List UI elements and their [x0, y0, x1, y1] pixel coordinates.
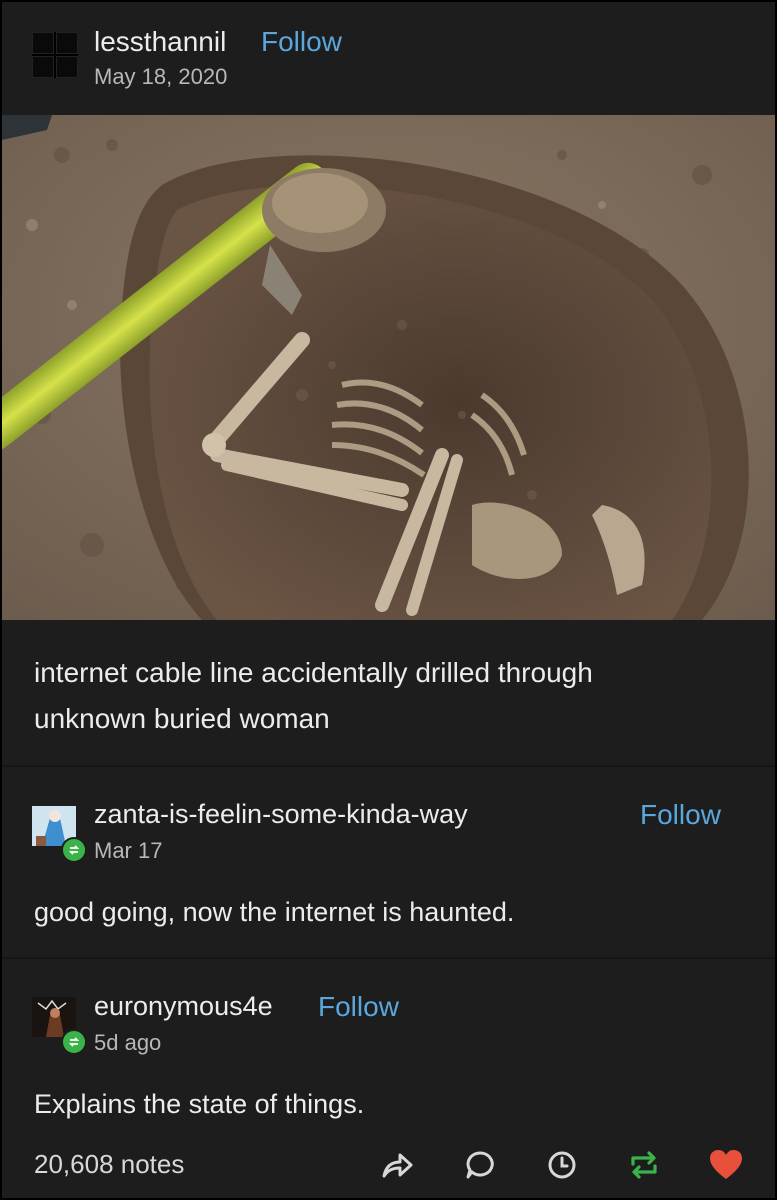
- caption-line: unknown buried woman: [34, 703, 330, 734]
- reblog-text: good going, now the internet is haunted.: [34, 897, 515, 927]
- reblog-date: Mar 17: [94, 838, 163, 863]
- excavation-photo: [2, 115, 775, 620]
- avatar[interactable]: [32, 32, 78, 78]
- caption-line: internet cable line accidentally drilled…: [34, 657, 593, 688]
- reblog-username[interactable]: euronymous4e: [94, 991, 273, 1022]
- follow-button[interactable]: Follow: [318, 991, 399, 1023]
- reblog-username[interactable]: zanta-is-feelin-some-kinda-way: [94, 799, 468, 830]
- reply-icon[interactable]: [460, 1145, 500, 1185]
- divider: [2, 765, 775, 767]
- follow-button[interactable]: Follow: [261, 26, 342, 58]
- share-icon[interactable]: [377, 1145, 417, 1185]
- reblog-icon[interactable]: [624, 1145, 664, 1185]
- reblog-badge-icon: [61, 837, 87, 863]
- post-date: May 18, 2020: [94, 64, 228, 89]
- reblog-date: 5d ago: [94, 1030, 162, 1055]
- follow-button[interactable]: Follow: [640, 799, 721, 831]
- divider: [2, 957, 775, 959]
- notes-count[interactable]: 20,608 notes: [34, 1149, 184, 1180]
- post-caption: internet cable line accidentally drilled…: [34, 650, 734, 742]
- reblog-text: Explains the state of things.: [34, 1089, 365, 1119]
- clock-icon[interactable]: [542, 1145, 582, 1185]
- post-header: lessthannil Follow May 18, 2020: [2, 2, 775, 115]
- heart-icon[interactable]: [706, 1145, 746, 1185]
- reblog-badge-icon: [61, 1029, 87, 1055]
- post-username[interactable]: lessthannil: [94, 26, 226, 58]
- post-photo[interactable]: [2, 115, 775, 620]
- tumblr-post-card: lessthannil Follow May 18, 2020 internet…: [0, 0, 777, 1200]
